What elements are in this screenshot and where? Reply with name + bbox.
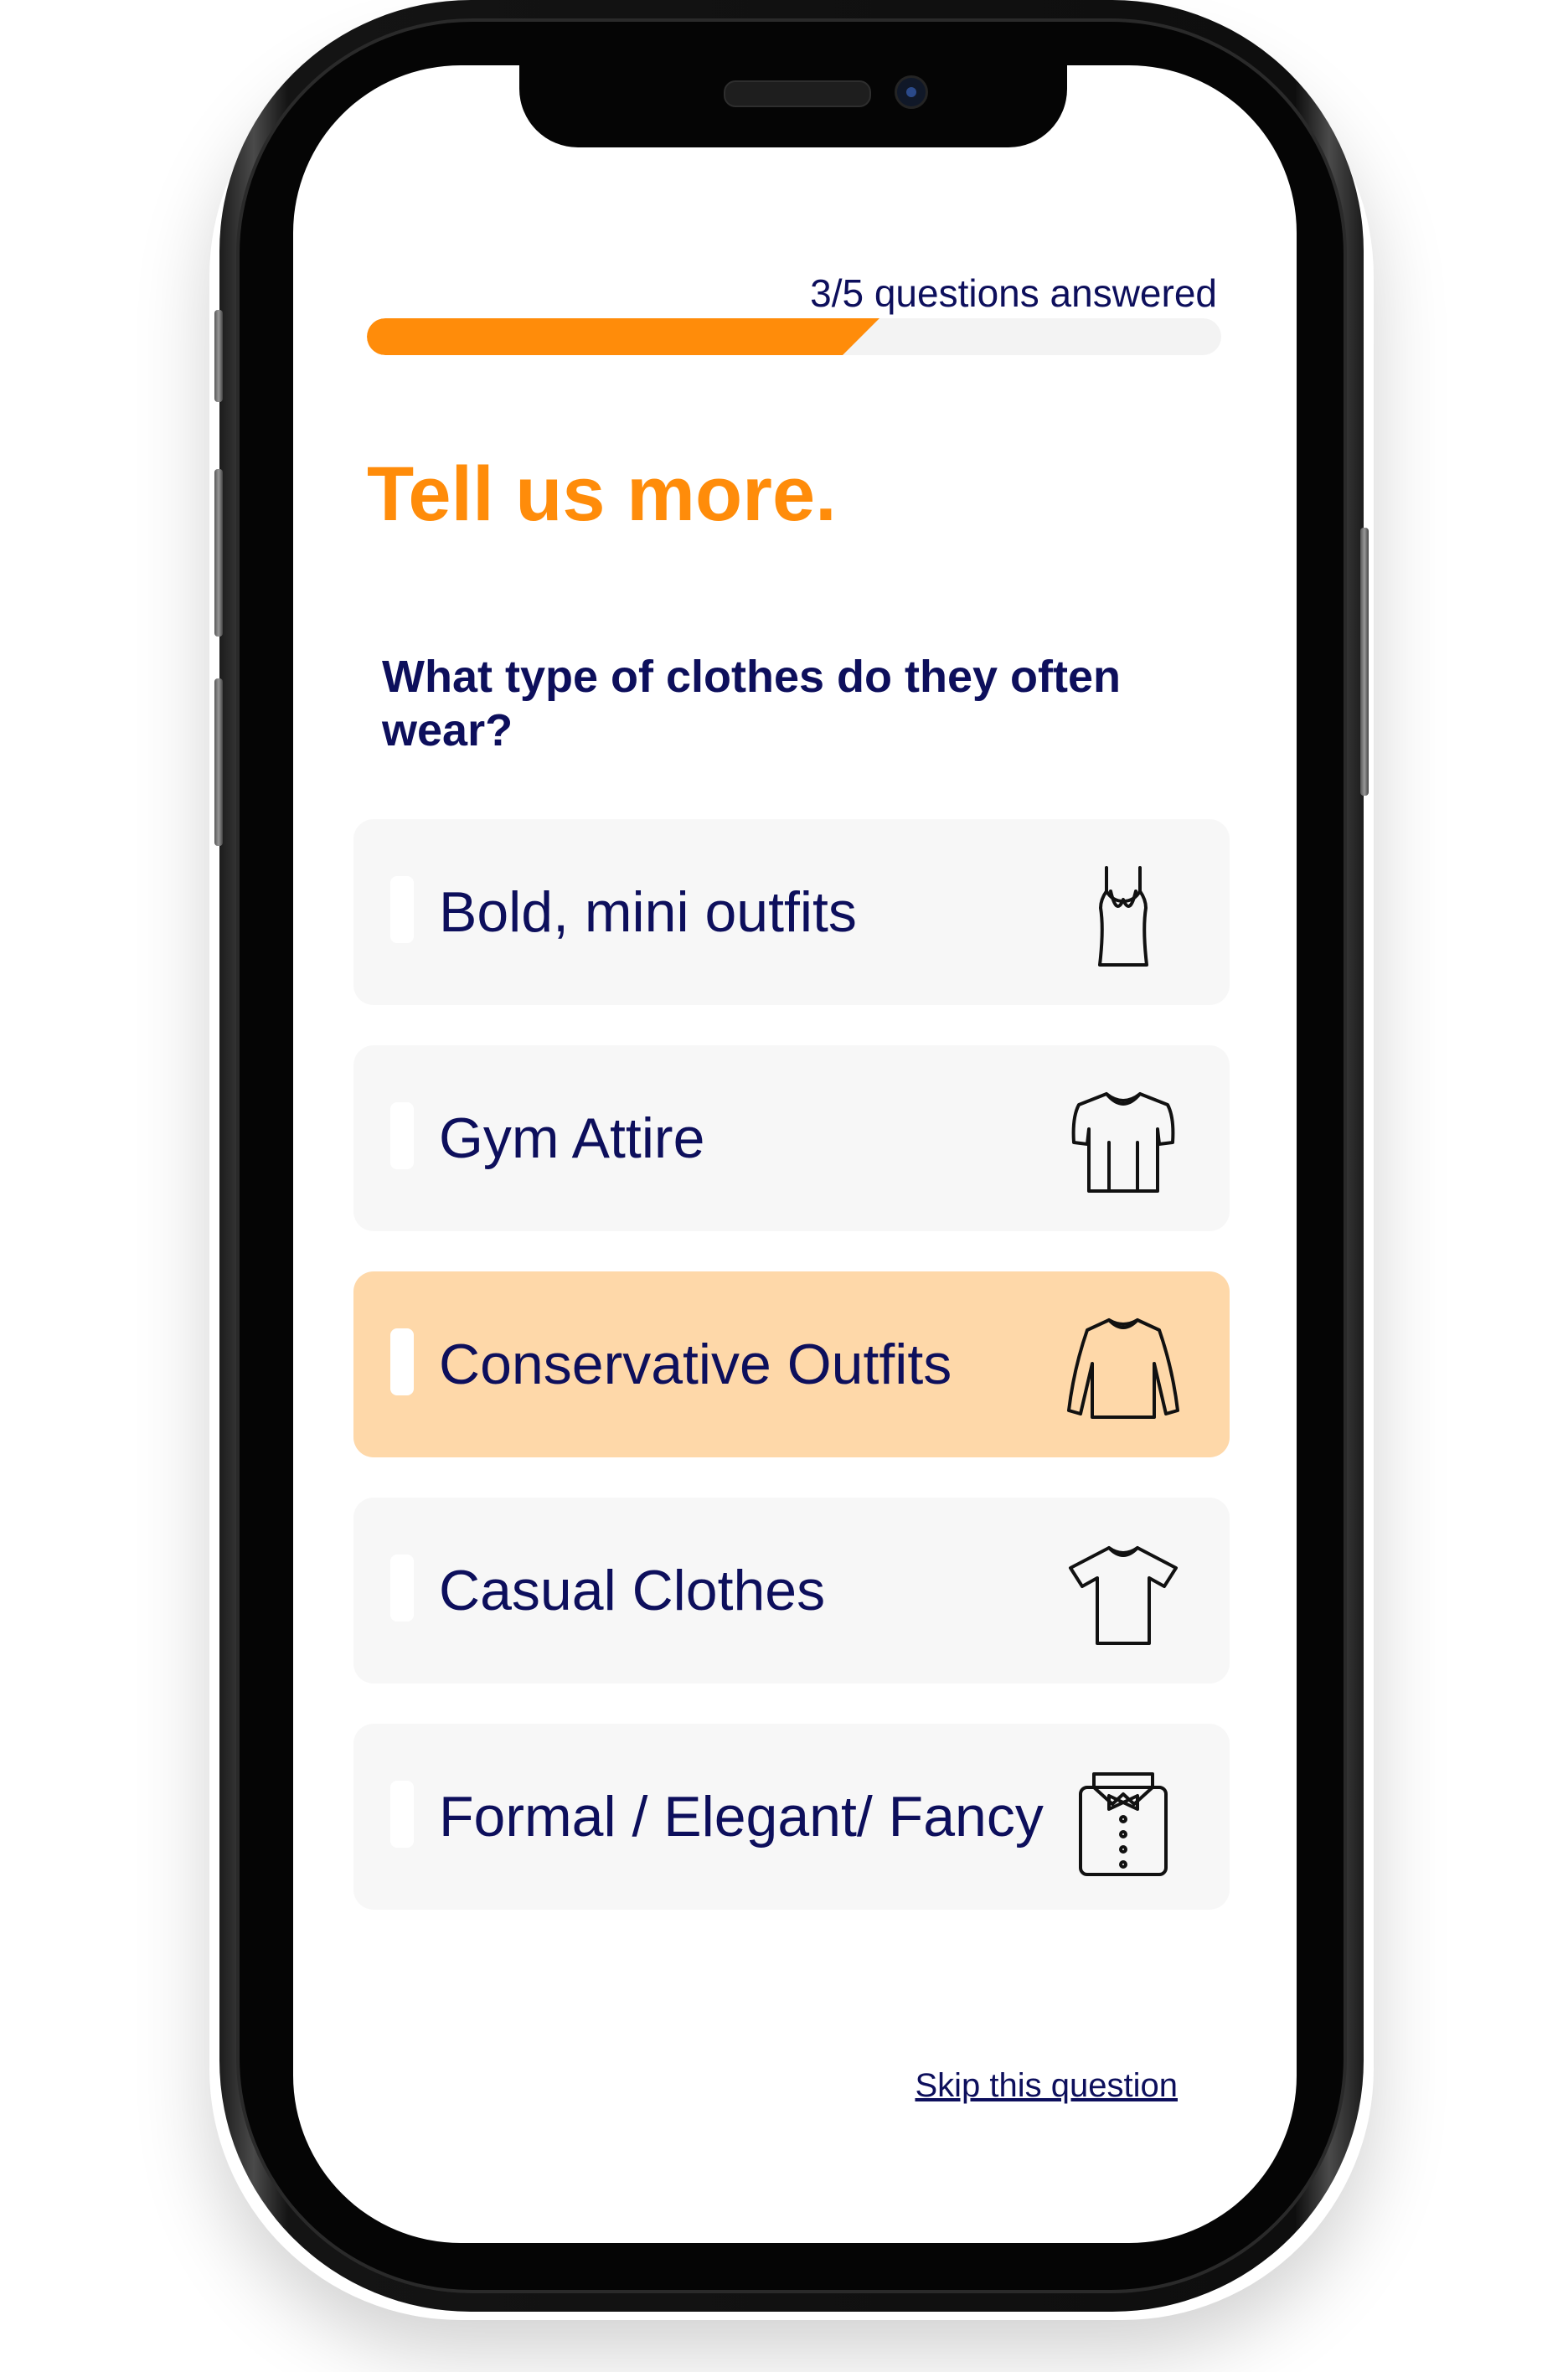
progress-bar [367, 318, 1221, 355]
option-radio-marker[interactable] [390, 876, 414, 943]
option-casual-clothes[interactable]: Casual Clothes [353, 1498, 1230, 1684]
speaker-grille [724, 80, 871, 107]
option-radio-marker[interactable] [390, 1781, 414, 1848]
phone-screen: 3/5 questions answered Tell us more. Wha… [293, 65, 1297, 2243]
option-label: Formal / Elegant/ Fancy [439, 1785, 1044, 1849]
tank-top-icon [1060, 849, 1186, 975]
option-bold-mini-outfits[interactable]: Bold, mini outfits [353, 819, 1230, 1005]
option-radio-marker[interactable] [390, 1102, 414, 1169]
front-camera-icon [895, 75, 928, 109]
skip-question-link[interactable]: Skip this question [915, 2067, 1178, 2105]
option-label: Bold, mini outfits [439, 880, 857, 944]
notch [519, 65, 1067, 147]
silent-switch [214, 310, 223, 402]
page-title: Tell us more. [367, 451, 837, 537]
tuxedo-shirt-icon [1060, 1754, 1186, 1880]
long-sleeve-shirt-icon [1060, 1302, 1186, 1427]
option-label: Gym Attire [439, 1106, 705, 1170]
option-conservative-outfits[interactable]: Conservative Outfits [353, 1271, 1230, 1457]
progress-bar-fill [367, 318, 879, 355]
option-label: Casual Clothes [439, 1559, 826, 1622]
option-gym-attire[interactable]: Gym Attire [353, 1045, 1230, 1231]
option-label: Conservative Outfits [439, 1333, 952, 1396]
question-text: What type of clothes do they often wear? [382, 652, 1122, 755]
t-shirt-icon [1060, 1528, 1186, 1653]
progress-label: 3/5 questions answered [810, 271, 1217, 315]
option-formal-elegant-fancy[interactable]: Formal / Elegant/ Fancy [353, 1724, 1230, 1910]
athletic-shirt-icon [1060, 1075, 1186, 1201]
option-radio-marker[interactable] [390, 1328, 414, 1395]
volume-down-button [214, 678, 223, 846]
option-radio-marker[interactable] [390, 1555, 414, 1622]
power-button [1360, 528, 1369, 796]
volume-up-button [214, 469, 223, 637]
